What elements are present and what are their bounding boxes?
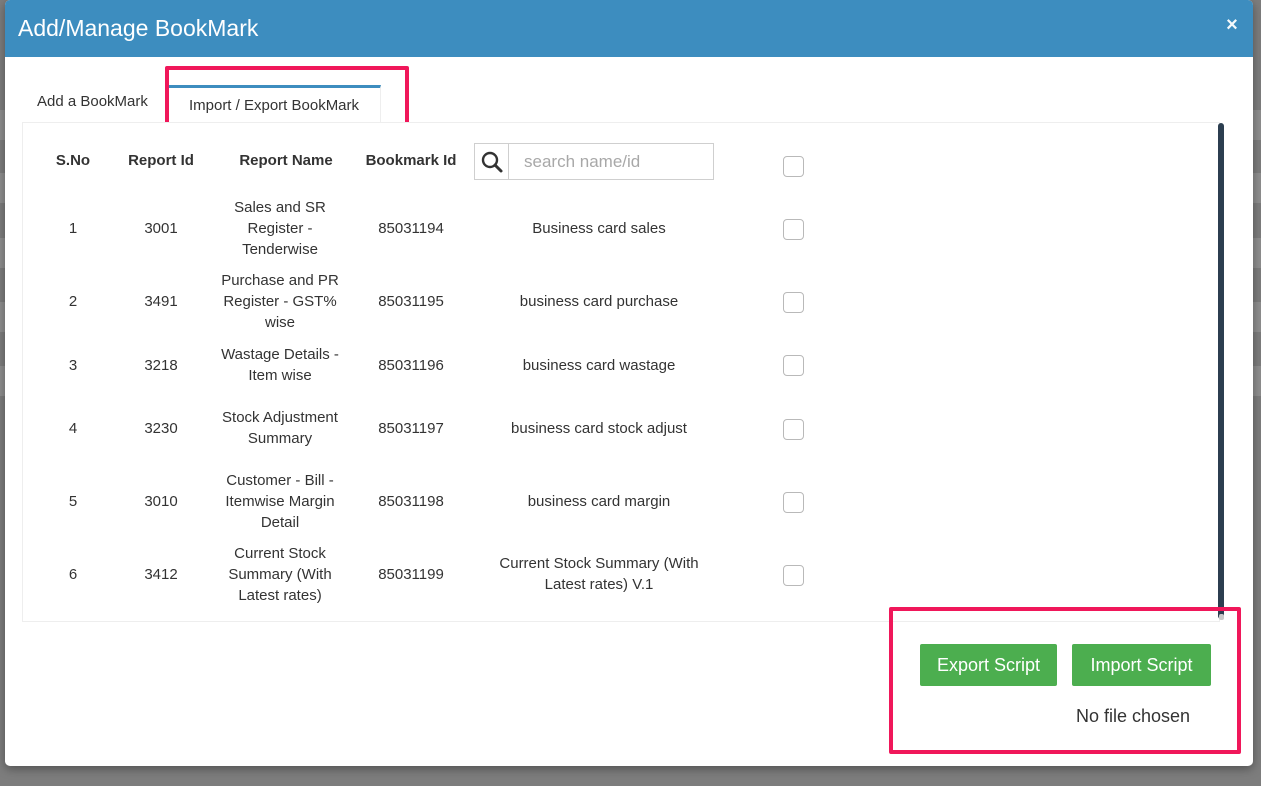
cell-bookmark-name: business card wastage	[522, 356, 676, 374]
cell-report-id: 3218	[144, 356, 178, 374]
table-row: 2 3491 Purchase and PR Register - GST% w…	[22, 268, 1218, 334]
header-report-id: Report Id	[128, 152, 194, 169]
tab-add-bookmark[interactable]: Add a BookMark	[37, 93, 148, 111]
header-report-name: Report Name	[239, 152, 333, 169]
export-script-button[interactable]: Export Script	[920, 644, 1057, 686]
table-row: 6 3412 Current Stock Summary (With Lates…	[22, 541, 1218, 607]
search-input[interactable]	[510, 144, 713, 179]
row-checkbox[interactable]	[783, 565, 804, 586]
scrollbar-end	[1219, 614, 1224, 620]
cell-report-id: 3230	[144, 419, 178, 437]
modal-title: Add/Manage BookMark	[18, 15, 259, 41]
cell-report-name: Stock Adjustment Summary	[222, 409, 338, 447]
cell-report-name: Current Stock Summary (With Latest rates…	[228, 544, 332, 604]
cell-bookmark-name: business card stock adjust	[511, 419, 687, 437]
cell-bookmark-id: 85031199	[378, 565, 444, 583]
header-bookmark-id: Bookmark Id	[365, 152, 457, 169]
row-checkbox[interactable]	[783, 419, 804, 440]
cell-sno: 6	[68, 565, 78, 583]
cell-report-name: Purchase and PR Register - GST% wise	[221, 271, 339, 331]
tab-import-export-bookmark[interactable]: Import / Export BookMark	[167, 85, 381, 123]
row-checkbox[interactable]	[783, 292, 804, 313]
cell-report-id: 3010	[144, 492, 178, 510]
cell-bookmark-name: Current Stock Summary (With Latest rates…	[499, 555, 699, 593]
table-row: 4 3230 Stock Adjustment Summary 85031197…	[22, 395, 1218, 461]
cell-sno: 3	[68, 356, 78, 374]
cell-sno: 1	[68, 219, 78, 237]
cell-report-name: Wastage Details - Item wise	[221, 346, 339, 384]
vertical-scrollbar[interactable]	[1218, 123, 1224, 619]
search-field	[474, 143, 714, 180]
cell-bookmark-name: business card purchase	[519, 292, 679, 310]
import-script-button[interactable]: Import Script	[1072, 644, 1211, 686]
cell-bookmark-name: Business card sales	[532, 219, 666, 237]
cell-bookmark-id: 85031195	[378, 292, 444, 310]
row-checkbox[interactable]	[783, 219, 804, 240]
cell-report-name: Sales and SR Register - Tenderwise	[234, 198, 326, 258]
cell-sno: 2	[68, 292, 78, 310]
row-checkbox[interactable]	[783, 492, 804, 513]
close-icon[interactable]: ×	[1222, 14, 1242, 36]
table-row: 1 3001 Sales and SR Register - Tenderwis…	[22, 195, 1218, 261]
header-sno: S.No	[55, 152, 91, 169]
row-checkbox[interactable]	[783, 355, 804, 376]
select-all-checkbox[interactable]	[783, 156, 804, 177]
table-row: 3 3218 Wastage Details - Item wise 85031…	[22, 343, 1218, 387]
cell-report-id: 3001	[144, 219, 178, 237]
cell-sno: 5	[68, 492, 78, 510]
cell-sno: 4	[68, 419, 78, 437]
cell-report-id: 3412	[144, 565, 178, 583]
cell-bookmark-name: business card margin	[527, 492, 671, 510]
file-status-text: No file chosen	[1075, 706, 1191, 726]
modal-header: Add/Manage BookMark ×	[5, 0, 1253, 57]
cell-bookmark-id: 85031198	[378, 492, 444, 510]
cell-bookmark-id: 85031197	[378, 419, 444, 437]
cell-report-id: 3491	[144, 292, 178, 310]
cell-report-name: Customer - Bill - Itemwise Margin Detail	[225, 471, 335, 531]
cell-bookmark-id: 85031196	[378, 356, 444, 374]
search-icon[interactable]	[475, 144, 509, 179]
cell-bookmark-id: 85031194	[378, 219, 444, 237]
table-row: 5 3010 Customer - Bill - Itemwise Margin…	[22, 468, 1218, 534]
